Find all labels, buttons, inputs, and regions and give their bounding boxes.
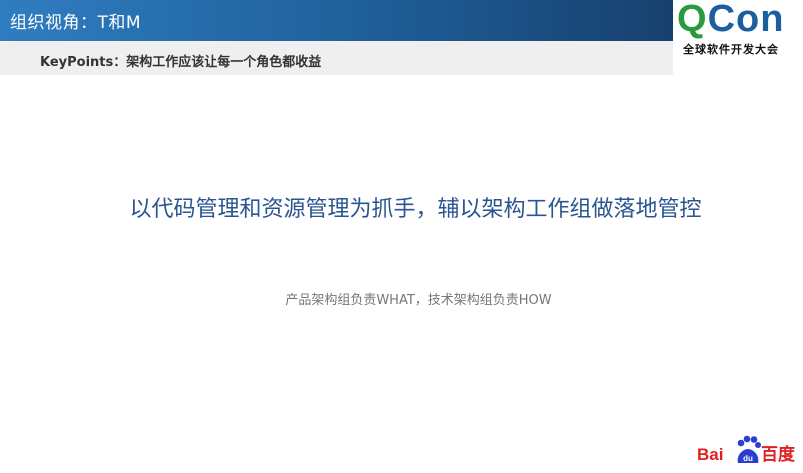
baidu-logo: Bai du 百度	[697, 433, 797, 467]
keypoints-text: KeyPoints：架构工作应该让每一个角色都收益	[40, 55, 322, 70]
title-bar: 组织视角：T和M	[0, 0, 673, 41]
qcon-con-letters: Con	[707, 0, 785, 40]
keypoints-bar: KeyPoints：架构工作应该让每一个角色都收益	[0, 41, 673, 75]
qcon-wordmark: QCon	[677, 0, 784, 41]
baidu-paw-icon: du	[737, 435, 761, 463]
baidu-paw-label: du	[743, 454, 753, 463]
baidu-text-chinese: 百度	[761, 445, 795, 464]
qcon-subtitle: 全球软件开发大会	[683, 43, 779, 56]
baidu-text-bai: Bai	[697, 445, 724, 464]
sub-headline: 产品架构组负责WHAT，技术架构组负责HOW	[285, 293, 552, 308]
qcon-logo: QCon 全球软件开发大会	[673, 0, 795, 58]
main-headline: 以代码管理和资源管理为抓手，辅以架构工作组做落地管控	[129, 197, 702, 222]
qcon-q-letter: Q	[677, 0, 708, 40]
slide-title: 组织视角：T和M	[10, 13, 142, 33]
